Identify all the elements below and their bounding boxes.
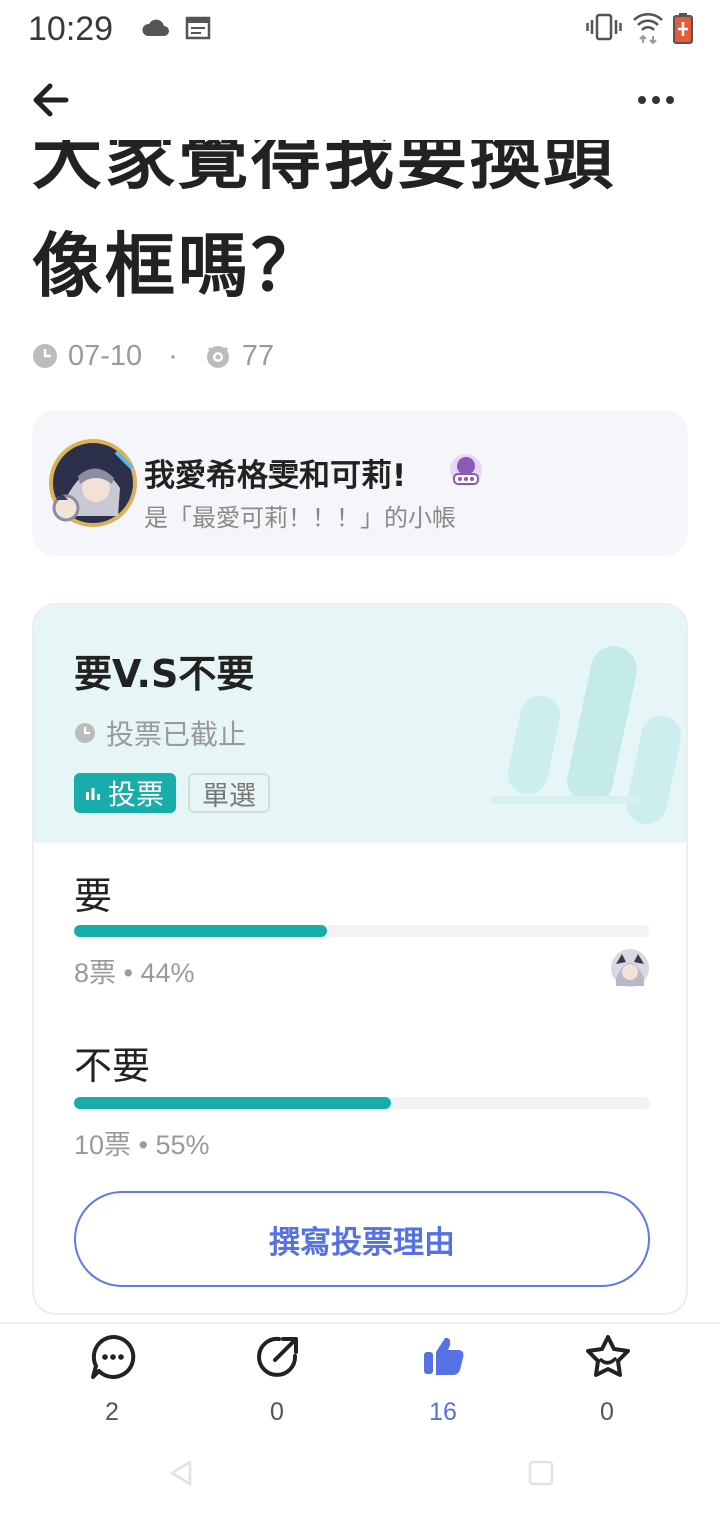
view-count: 77 [241,339,275,372]
wifi-icon [633,13,663,44]
nav-back-icon[interactable] [166,1458,196,1488]
meta-separator: · [168,339,178,372]
like-count: 16 [429,1398,457,1426]
author-name: 我愛希格雯和可莉! [144,458,407,494]
poll-option-bar [74,1097,650,1109]
more-dots-icon [638,96,674,104]
title-region: 大家覺得我要換頭像框嗎？ [32,140,692,310]
chart-decoration-icon [490,646,682,825]
vibrate-icon [586,13,622,41]
like-button[interactable]: 16 [388,1334,498,1434]
nav-recents-icon[interactable] [528,1460,554,1486]
share-count: 0 [270,1398,284,1426]
eye-view-icon [206,346,229,368]
author-subtitle: 是「最愛可莉！！！」的小帳 [144,504,456,532]
poll-header: 要V.S不要 投票已截止 投票 單選 [34,605,686,843]
poll-status-text: 投票已截止 [106,718,247,751]
poll-option-count: 10票 • 55% [74,1130,210,1160]
status-time: 10:29 [28,10,114,48]
post-title: 大家覺得我要換頭像框嗎？ [32,140,616,307]
thumbs-up-icon [424,1337,464,1375]
poll-option-label: 不要 [74,1044,151,1088]
action-bar: 2 0 16 0 [0,1322,720,1442]
favorite-star-icon [586,1335,630,1377]
bar-chart-icon [86,788,100,800]
poll-card: 要V.S不要 投票已截止 投票 單選 要 8票 • 44% 不要 10票 • 5… [32,603,688,1315]
poll-option-label: 要 [74,874,113,918]
clock-icon [33,344,57,368]
post-meta: 07-10 · 77 [32,336,274,376]
status-bar: 10:29 [0,0,720,58]
comment-count: 2 [105,1398,119,1426]
poll-option-bar-fill [74,1097,391,1109]
comment-button[interactable]: 2 [57,1334,167,1434]
back-button[interactable] [28,78,76,122]
cloud-icon [142,19,169,36]
share-icon [257,1336,298,1377]
poll-option-bar-fill [74,925,328,937]
vote-tag-label: 投票 [108,778,165,811]
poll-option-count: 8票 • 44% [74,958,195,988]
share-button[interactable]: 0 [222,1334,332,1434]
clock-icon [75,723,95,743]
comment-icon [91,1334,136,1379]
vote-tag: 投票 [74,773,177,813]
battery-icon [673,13,693,44]
calendar-icon [185,16,211,40]
voter-avatar[interactable] [610,948,650,988]
back-arrow-icon [33,83,69,117]
single-choice-tag: 單選 [188,773,270,813]
author-card[interactable]: 我愛希格雯和可莉! 是「最愛可莉！！！」的小帳 [32,410,688,556]
author-avatar[interactable] [48,438,138,528]
poll-option-bar [74,925,650,937]
medal-badge-icon [450,454,482,486]
favorite-count: 0 [600,1398,614,1426]
poll-title: 要V.S不要 [74,652,255,696]
write-vote-reason-button[interactable]: 撰寫投票理由 [74,1191,650,1287]
more-options-button[interactable] [632,78,680,122]
poll-status: 投票已截止 [74,713,246,753]
favorite-button[interactable]: 0 [552,1334,662,1434]
post-date: 07-10 [68,339,143,372]
